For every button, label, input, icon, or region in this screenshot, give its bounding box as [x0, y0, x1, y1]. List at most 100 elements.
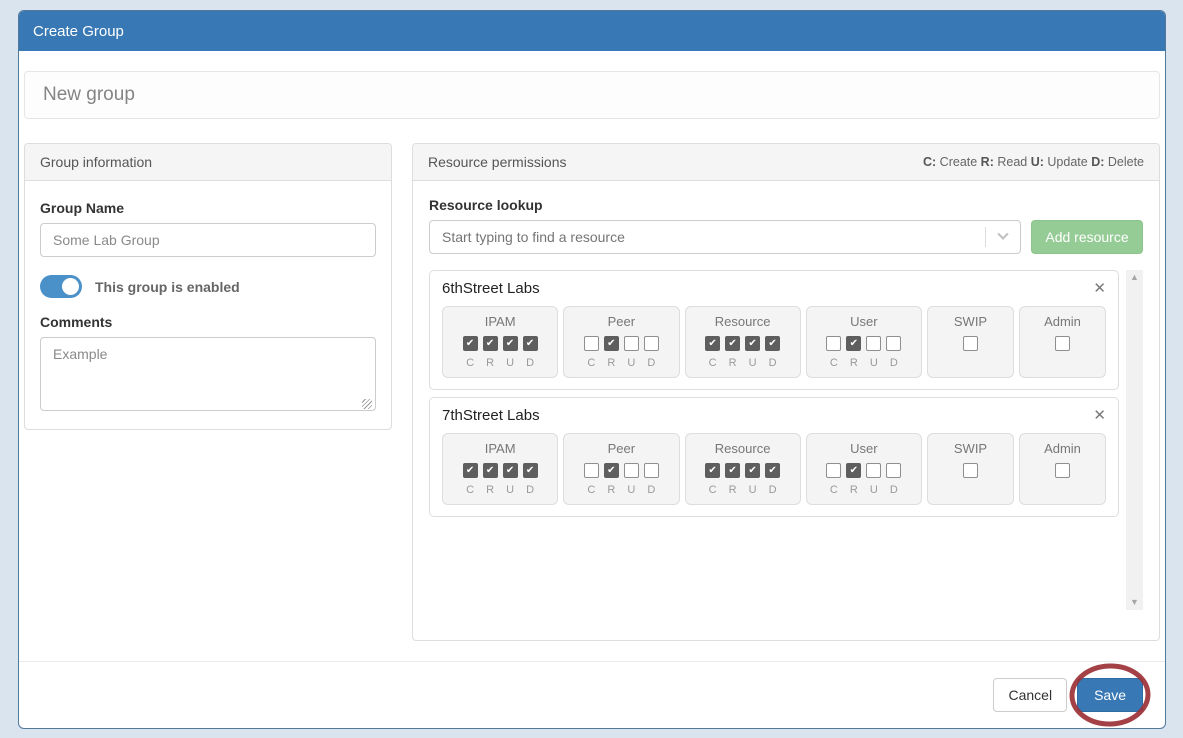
enabled-toggle-row: This group is enabled: [40, 275, 376, 298]
permission-group-resource: Resource ✔ ✔ ✔ ✔ CRUD: [685, 306, 801, 378]
crud-letter: U: [624, 357, 639, 369]
checked-checkbox-u[interactable]: ✔: [503, 463, 518, 478]
close-icon[interactable]: ✕: [1093, 281, 1106, 296]
resource-scroll-area: 6thStreet Labs✕IPAM✔✔✔✔CRUDPeer✔CRUDReso…: [429, 270, 1143, 610]
scroll-down-icon[interactable]: ▼: [1130, 598, 1139, 607]
permission-row: IPAM✔✔✔✔CRUDPeer✔CRUDResource✔✔✔✔CRUDUse…: [442, 433, 1106, 505]
checked-checkbox-r[interactable]: ✔: [846, 463, 861, 478]
save-button[interactable]: Save: [1077, 678, 1143, 712]
unchecked-checkbox-d[interactable]: [644, 463, 659, 478]
resource-card: 6thStreet Labs✕IPAM✔✔✔✔CRUDPeer✔CRUDReso…: [429, 270, 1119, 390]
checkbox-row: [932, 336, 1009, 351]
unchecked-checkbox-u[interactable]: [866, 336, 881, 351]
unchecked-checkbox-admin[interactable]: [1055, 463, 1070, 478]
crud-letters: CRUD: [690, 484, 796, 496]
crud-letter: D: [523, 484, 538, 496]
checkbox-row: [1024, 336, 1101, 351]
permission-group-label: SWIP: [932, 441, 1009, 456]
crud-letter: D: [523, 357, 538, 369]
crud-letter: U: [624, 484, 639, 496]
crud-letters: CRUD: [690, 357, 796, 369]
crud-letters: CRUD: [811, 357, 917, 369]
unchecked-checkbox-swip[interactable]: [963, 336, 978, 351]
add-resource-button[interactable]: Add resource: [1031, 220, 1143, 254]
resource-lookup-input[interactable]: [430, 221, 985, 253]
unchecked-checkbox-d[interactable]: [886, 463, 901, 478]
group-name-input[interactable]: [40, 223, 376, 257]
enabled-toggle[interactable]: [40, 275, 82, 298]
permission-group-resource: Resource ✔ ✔ ✔ ✔ CRUD: [685, 433, 801, 505]
comments-textarea[interactable]: Example: [40, 337, 376, 411]
crud-letter: C: [705, 357, 720, 369]
checked-checkbox-r[interactable]: ✔: [725, 336, 740, 351]
permission-group-label: Peer: [568, 441, 674, 456]
crud-letters: CRUD: [447, 484, 553, 496]
unchecked-checkbox-u[interactable]: [866, 463, 881, 478]
resource-name: 7thStreet Labs: [442, 407, 540, 424]
create-group-modal: Create Group New group Group information…: [18, 10, 1166, 729]
checked-checkbox-r[interactable]: ✔: [725, 463, 740, 478]
checked-checkbox-d[interactable]: ✔: [765, 463, 780, 478]
permission-group-label: Resource: [690, 314, 796, 329]
checked-checkbox-d[interactable]: ✔: [523, 336, 538, 351]
crud-letter: R: [483, 357, 498, 369]
legend-abbr: R:: [981, 155, 994, 169]
vertical-scrollbar[interactable]: ▲ ▼: [1126, 270, 1143, 610]
unchecked-checkbox-u[interactable]: [624, 463, 639, 478]
unchecked-checkbox-admin[interactable]: [1055, 336, 1070, 351]
unchecked-checkbox-c[interactable]: [584, 463, 599, 478]
crud-letter: C: [705, 484, 720, 496]
checked-checkbox-r[interactable]: ✔: [604, 463, 619, 478]
comments-label: Comments: [40, 314, 376, 330]
unchecked-checkbox-c[interactable]: [826, 336, 841, 351]
resource-name: 6thStreet Labs: [442, 280, 540, 297]
permission-group-label: Admin: [1024, 314, 1101, 329]
checked-checkbox-r[interactable]: ✔: [483, 336, 498, 351]
enabled-toggle-label: This group is enabled: [95, 279, 240, 295]
checked-checkbox-c[interactable]: ✔: [705, 336, 720, 351]
checked-checkbox-c[interactable]: ✔: [705, 463, 720, 478]
crud-letters: CRUD: [568, 357, 674, 369]
unchecked-checkbox-c[interactable]: [826, 463, 841, 478]
checked-checkbox-d[interactable]: ✔: [523, 463, 538, 478]
checked-checkbox-r[interactable]: ✔: [483, 463, 498, 478]
checkbox-row: ✔ ✔ ✔ ✔: [690, 463, 796, 478]
unchecked-checkbox-c[interactable]: [584, 336, 599, 351]
modal-header: Create Group: [19, 11, 1165, 51]
legend-abbr: D:: [1091, 155, 1104, 169]
crud-letter: C: [463, 357, 478, 369]
resource-permissions-body: Resource lookup Add resource 6thStreet L…: [413, 181, 1159, 640]
checkbox-row: ✔: [568, 463, 674, 478]
unchecked-checkbox-d[interactable]: [644, 336, 659, 351]
scroll-up-icon[interactable]: ▲: [1130, 273, 1139, 282]
checked-checkbox-u[interactable]: ✔: [745, 336, 760, 351]
crud-letter: R: [604, 484, 619, 496]
checked-checkbox-u[interactable]: ✔: [503, 336, 518, 351]
checked-checkbox-d[interactable]: ✔: [765, 336, 780, 351]
checked-checkbox-r[interactable]: ✔: [604, 336, 619, 351]
crud-letter: U: [503, 484, 518, 496]
unchecked-checkbox-swip[interactable]: [963, 463, 978, 478]
checked-checkbox-c[interactable]: ✔: [463, 463, 478, 478]
checked-checkbox-c[interactable]: ✔: [463, 336, 478, 351]
resource-permissions-panel: Resource permissions C: Create R: Read U…: [412, 143, 1160, 641]
permission-group-label: Resource: [690, 441, 796, 456]
unchecked-checkbox-u[interactable]: [624, 336, 639, 351]
crud-letter: U: [745, 357, 760, 369]
chevron-down-icon[interactable]: [986, 221, 1020, 253]
crud-letter: R: [604, 357, 619, 369]
unchecked-checkbox-d[interactable]: [886, 336, 901, 351]
checked-checkbox-u[interactable]: ✔: [745, 463, 760, 478]
permission-group-user: User✔CRUD: [806, 433, 922, 505]
resource-card-header: 7thStreet Labs ✕: [442, 407, 1106, 424]
close-icon[interactable]: ✕: [1093, 408, 1106, 423]
resource-lookup-label: Resource lookup: [429, 197, 1143, 213]
permission-group-ipam: IPAM✔✔✔✔CRUD: [442, 433, 558, 505]
crud-letter: R: [725, 484, 740, 496]
crud-letter: U: [866, 484, 881, 496]
resource-permissions-title: Resource permissions: [428, 154, 567, 170]
cancel-button[interactable]: Cancel: [993, 678, 1067, 712]
permission-group-swip: SWIP: [927, 433, 1014, 505]
checked-checkbox-r[interactable]: ✔: [846, 336, 861, 351]
permission-group-swip: SWIP: [927, 306, 1014, 378]
